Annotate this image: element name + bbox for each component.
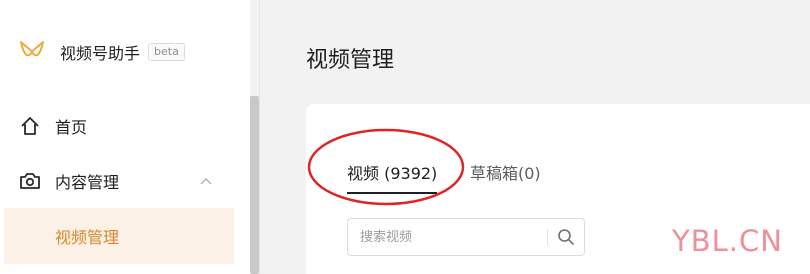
brand[interactable]: 视频号助手 beta	[18, 38, 185, 66]
search-box	[347, 218, 585, 256]
sidebar-item-label: 内容管理	[55, 173, 120, 192]
home-icon	[21, 117, 39, 135]
sidebar-scrollbar[interactable]	[250, 96, 259, 274]
sidebar: 视频号助手 beta 首页 内容管理 视频管理	[0, 0, 250, 274]
watermark: YBL.CN	[672, 224, 783, 258]
divider	[259, 0, 260, 274]
sidebar-item-home[interactable]: 首页	[0, 106, 250, 146]
chevron-up-icon	[200, 177, 212, 185]
sidebar-item-video-management[interactable]: 视频管理	[4, 208, 234, 264]
sidebar-item-label: 视频管理	[55, 228, 120, 247]
search-icon[interactable]	[556, 227, 576, 247]
divider	[547, 229, 548, 245]
page-title: 视频管理	[306, 48, 395, 73]
active-tab-indicator	[347, 192, 437, 194]
sidebar-item-content-management[interactable]: 内容管理	[0, 161, 250, 201]
app-name: 视频号助手	[60, 44, 141, 63]
sidebar-item-label: 首页	[55, 118, 88, 137]
tab-videos[interactable]: 视频 (9392)	[347, 160, 437, 184]
search-input[interactable]	[360, 219, 540, 255]
wechat-channels-logo-icon	[20, 41, 44, 57]
camera-icon	[20, 173, 40, 189]
beta-badge: beta	[148, 43, 185, 61]
tab-drafts[interactable]: 草稿箱(0)	[470, 160, 541, 184]
